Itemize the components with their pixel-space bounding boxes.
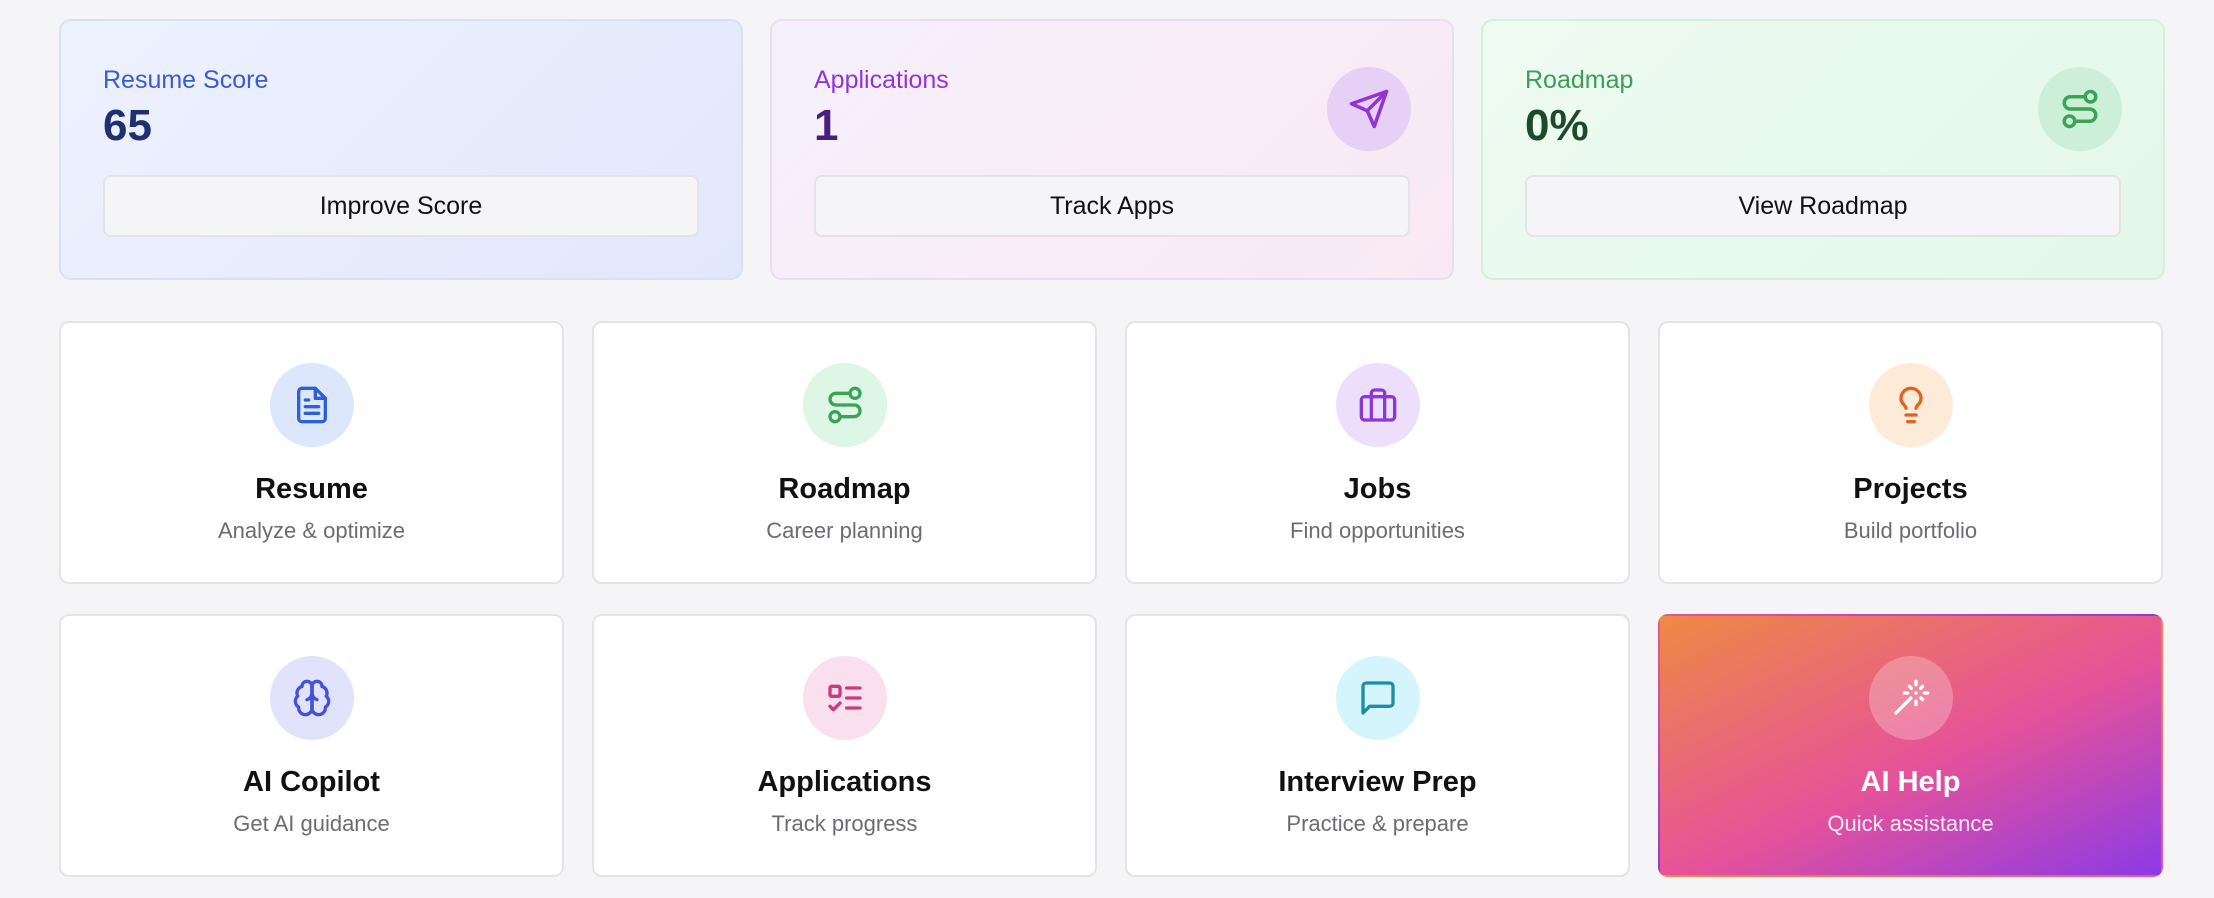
brain-icon (269, 656, 354, 740)
feature-title: AI Help (1860, 766, 1961, 798)
message-square-icon (1335, 656, 1420, 740)
feature-title: Resume (255, 473, 368, 505)
stat-card-roadmap: Roadmap 0% View Roadmap (1481, 19, 2165, 280)
feature-title: Interview Prep (1278, 766, 1477, 798)
feature-card-resume[interactable]: Resume Analyze & optimize (59, 321, 564, 584)
stat-label: Resume Score (103, 66, 269, 94)
send-icon (1327, 67, 1411, 151)
stats-row: Resume Score 65 Improve Score Applicatio… (59, 19, 2165, 280)
file-text-icon (269, 363, 354, 447)
feature-title: Applications (757, 766, 932, 798)
feature-subtitle: Find opportunities (1290, 518, 1465, 543)
feature-subtitle: Get AI guidance (233, 811, 390, 836)
stat-card-applications: Applications 1 Track Apps (770, 19, 1454, 280)
wand-sparkles-icon (1868, 656, 1953, 740)
feature-card-ai-help[interactable]: AI Help Quick assistance (1658, 614, 2163, 877)
stat-card-resume-score: Resume Score 65 Improve Score (59, 19, 743, 280)
feature-subtitle: Quick assistance (1827, 811, 1994, 836)
feature-card-projects[interactable]: Projects Build portfolio (1658, 321, 2163, 584)
stat-label: Roadmap (1525, 66, 1634, 94)
feature-subtitle: Build portfolio (1843, 518, 1978, 543)
feature-subtitle: Career planning (766, 518, 923, 543)
feature-card-roadmap[interactable]: Roadmap Career planning (592, 321, 1097, 584)
feature-card-ai-copilot[interactable]: AI Copilot Get AI guidance (59, 614, 564, 877)
improve-score-button[interactable]: Improve Score (103, 175, 699, 237)
stat-value: 65 (103, 101, 152, 150)
feature-card-interview-prep[interactable]: Interview Prep Practice & prepare (1125, 614, 1630, 877)
feature-title: Jobs (1343, 473, 1412, 505)
feature-title: AI Copilot (243, 766, 380, 798)
lightbulb-icon (1868, 363, 1953, 447)
track-apps-button[interactable]: Track Apps (814, 175, 1410, 237)
feature-grid: Resume Analyze & optimize Roadmap Career… (59, 321, 2163, 877)
route-icon (802, 363, 887, 447)
dashboard: Resume Score 65 Improve Score Applicatio… (0, 0, 2214, 898)
stat-value: 0% (1525, 101, 1589, 150)
briefcase-icon (1335, 363, 1420, 447)
route-icon (2038, 67, 2122, 151)
feature-title: Projects (1853, 473, 1968, 505)
feature-subtitle: Practice & prepare (1286, 811, 1469, 836)
feature-subtitle: Track progress (771, 811, 918, 836)
feature-card-applications[interactable]: Applications Track progress (592, 614, 1097, 877)
feature-title: Roadmap (778, 473, 911, 505)
stat-label: Applications (814, 66, 949, 94)
list-checks-icon (802, 656, 887, 740)
feature-subtitle: Analyze & optimize (217, 518, 406, 543)
stat-value: 1 (814, 101, 839, 150)
view-roadmap-button[interactable]: View Roadmap (1525, 175, 2121, 237)
feature-card-jobs[interactable]: Jobs Find opportunities (1125, 321, 1630, 584)
